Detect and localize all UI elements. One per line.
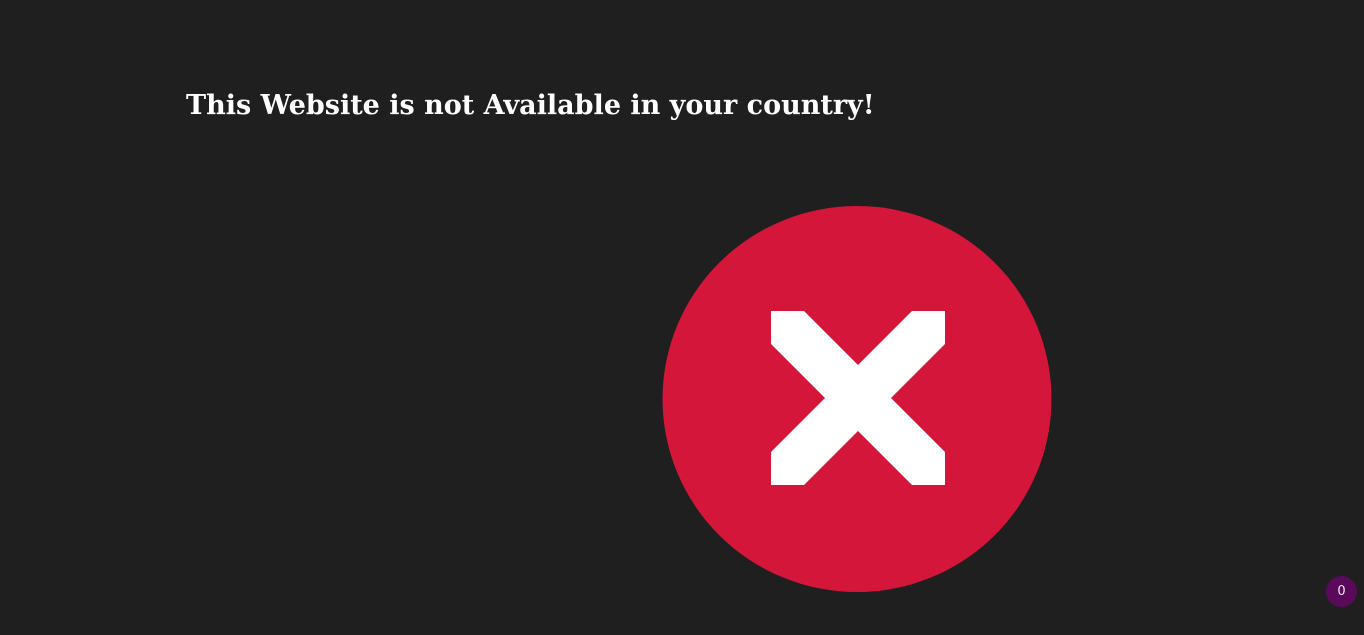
- page-title: This Website is not Available in your co…: [186, 90, 875, 121]
- blocked-x-icon: [661, 205, 1053, 593]
- page: This Website is not Available in your co…: [0, 0, 1364, 635]
- counter-badge[interactable]: 0: [1326, 576, 1357, 607]
